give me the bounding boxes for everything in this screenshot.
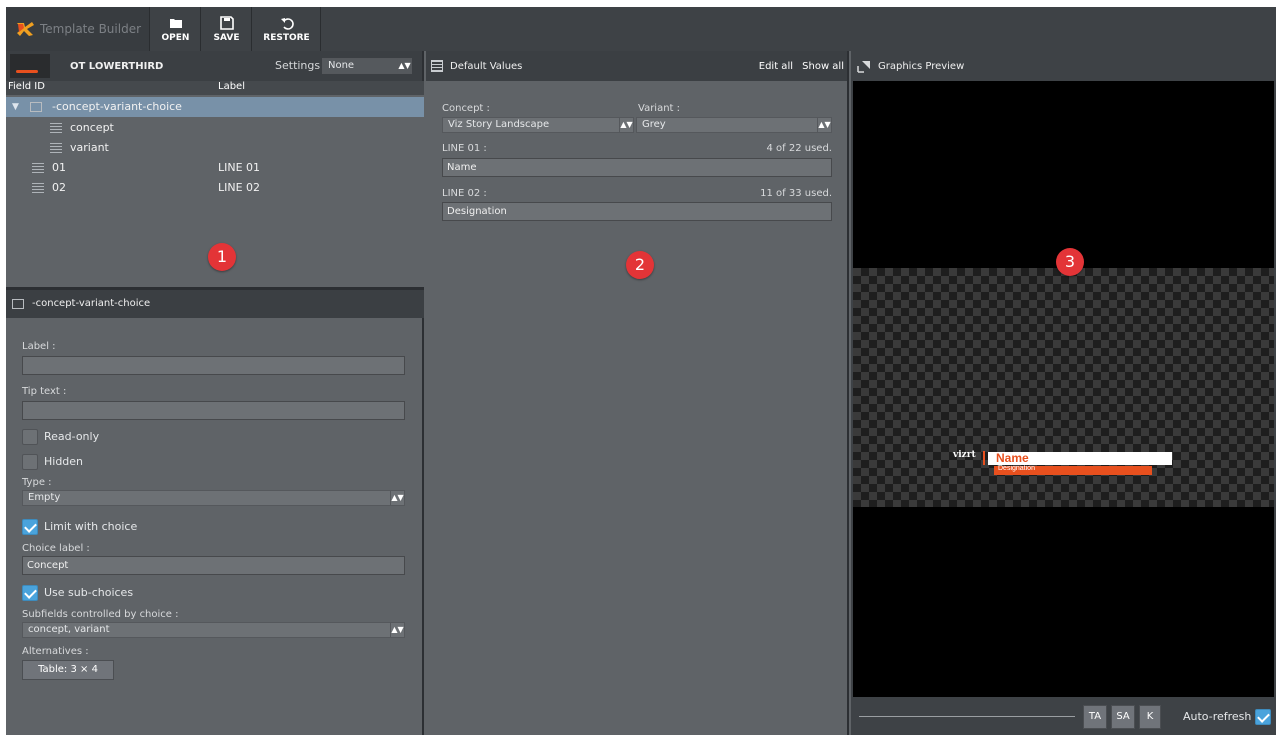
tree-row[interactable]: variant xyxy=(6,138,424,158)
select-arrow-icon: ▲▼ xyxy=(390,491,404,505)
lowerthird-logo: vizrt xyxy=(953,450,976,460)
preview-expand-icon xyxy=(857,61,870,73)
tree-row[interactable]: concept xyxy=(6,118,424,138)
select-arrow-icon: ▲▼ xyxy=(390,623,404,637)
folder-outline-icon xyxy=(12,299,24,309)
text-field-icon xyxy=(32,163,44,173)
document-icon xyxy=(431,60,443,72)
line01-label: LINE 01 : xyxy=(442,143,487,154)
graphics-preview-title: Graphics Preview xyxy=(878,60,965,72)
alternatives-label: Alternatives : xyxy=(22,646,89,657)
preview-controls: TA SA K Auto-refresh : xyxy=(851,697,1276,735)
label-input[interactable] xyxy=(22,356,405,375)
hidden-checkbox[interactable] xyxy=(22,454,38,470)
variant-select[interactable]: Grey ▲▼ xyxy=(636,117,832,133)
tree-row[interactable]: ▼ -concept-variant-choice xyxy=(6,97,424,117)
app-window: Template Builder OPEN SAVE RESTORE OT LO… xyxy=(6,7,1276,735)
save-icon xyxy=(219,15,234,30)
select-arrow-icon: ▲▼ xyxy=(817,118,831,132)
label-label: Label : xyxy=(22,341,56,352)
tree-row[interactable]: 02 LINE 02 xyxy=(6,178,424,198)
template-panel: OT LOWERTHIRD Settings : None ▲▼ Field ID… xyxy=(6,51,424,735)
save-button[interactable]: SAVE xyxy=(202,7,252,51)
alternatives-table-button[interactable]: Table: 3 × 4 xyxy=(22,660,114,680)
readonly-label: Read-only xyxy=(44,430,100,443)
default-values-header: Default Values Edit all Show all xyxy=(426,51,847,81)
properties-form: Label : Tip text : Read-only Hidden Type… xyxy=(6,318,424,735)
text-field-icon xyxy=(50,123,62,133)
type-select[interactable]: Empty ▲▼ xyxy=(22,490,405,506)
folder-outline-icon xyxy=(30,102,42,112)
subfields-label: Subfields controlled by choice : xyxy=(22,609,179,620)
line02-char-count: 11 of 33 used. xyxy=(760,188,832,199)
timeline-slider[interactable] xyxy=(859,716,1075,717)
properties-header: -concept-variant-choice xyxy=(6,290,424,318)
folder-icon xyxy=(169,18,182,28)
edit-all-link[interactable]: Edit all xyxy=(759,61,793,72)
callout-badge-1: 1 xyxy=(208,243,236,271)
vizrt-logo-icon xyxy=(17,22,34,36)
template-header: OT LOWERTHIRD Settings : None ▲▼ xyxy=(6,51,422,81)
type-label: Type : xyxy=(22,477,52,488)
template-thumbnail xyxy=(10,54,50,78)
variant-label: Variant : xyxy=(638,103,681,114)
callout-badge-2: 2 xyxy=(626,251,654,279)
transparent-area: vizrt Name Designation xyxy=(853,268,1274,507)
limit-choice-checkbox[interactable] xyxy=(22,519,38,535)
auto-refresh-checkbox[interactable] xyxy=(1255,709,1271,725)
tree-row[interactable]: 01 LINE 01 xyxy=(6,158,424,178)
callout-badge-3: 3 xyxy=(1056,248,1084,276)
app-brand: Template Builder xyxy=(6,7,150,51)
select-arrow-icon: ▲▼ xyxy=(397,59,411,73)
expand-triangle-icon[interactable]: ▼ xyxy=(12,97,19,117)
readonly-checkbox[interactable] xyxy=(22,429,38,445)
undo-icon xyxy=(280,17,294,30)
restore-button[interactable]: RESTORE xyxy=(253,7,321,51)
choice-label-input[interactable]: Concept xyxy=(22,556,405,575)
show-all-link[interactable]: Show all xyxy=(802,61,844,72)
app-title: Template Builder xyxy=(40,22,142,36)
k-button[interactable]: K xyxy=(1139,705,1161,729)
col-label: Label xyxy=(218,81,245,92)
text-field-icon xyxy=(32,183,44,193)
sa-button[interactable]: SA xyxy=(1111,705,1135,729)
line02-input[interactable]: Designation xyxy=(442,202,832,221)
sub-choices-label: Use sub-choices xyxy=(44,586,134,599)
col-field-id: Field ID xyxy=(8,81,45,92)
concept-label: Concept : xyxy=(442,103,490,114)
sub-choices-checkbox[interactable] xyxy=(22,585,38,601)
hidden-label: Hidden xyxy=(44,455,84,468)
preview-canvas[interactable]: vizrt Name Designation 3 xyxy=(853,81,1274,697)
line01-char-count: 4 of 22 used. xyxy=(766,143,833,154)
lowerthird-name-bar: Name xyxy=(988,451,1172,465)
tip-label: Tip text : xyxy=(22,386,67,397)
default-values-title: Default Values xyxy=(450,60,523,72)
lowerthird-designation-bar: Designation xyxy=(994,465,1152,475)
line02-label: LINE 02 : xyxy=(442,188,487,199)
tip-text-input[interactable] xyxy=(22,401,405,420)
limit-choice-label: Limit with choice xyxy=(44,520,138,533)
tree-column-header: Field ID Label xyxy=(6,81,424,95)
template-name: OT LOWERTHIRD xyxy=(70,60,164,72)
graphics-preview-panel: Graphics Preview vizrt Name Designation … xyxy=(851,51,1276,735)
choice-label-label: Choice label : xyxy=(22,543,90,554)
lowerthird-accent-bar xyxy=(983,451,985,465)
settings-label: Settings : xyxy=(275,59,328,72)
graphics-preview-header: Graphics Preview xyxy=(851,51,1276,81)
subfields-select[interactable]: concept, variant ▲▼ xyxy=(22,622,405,638)
settings-select[interactable]: None ▲▼ xyxy=(322,58,412,74)
select-arrow-icon: ▲▼ xyxy=(619,118,633,132)
top-toolbar: Template Builder OPEN SAVE RESTORE xyxy=(6,7,1276,51)
concept-select[interactable]: Viz Story Landscape ▲▼ xyxy=(442,117,634,133)
ta-button[interactable]: TA xyxy=(1083,705,1107,729)
default-values-panel: Default Values Edit all Show all Concept… xyxy=(426,51,849,735)
auto-refresh-label: Auto-refresh : xyxy=(1183,710,1259,723)
field-tree: ▼ -concept-variant-choice concept varian… xyxy=(6,95,424,287)
line01-input[interactable]: Name xyxy=(442,158,832,177)
text-field-icon xyxy=(50,143,62,153)
open-button[interactable]: OPEN xyxy=(151,7,201,51)
